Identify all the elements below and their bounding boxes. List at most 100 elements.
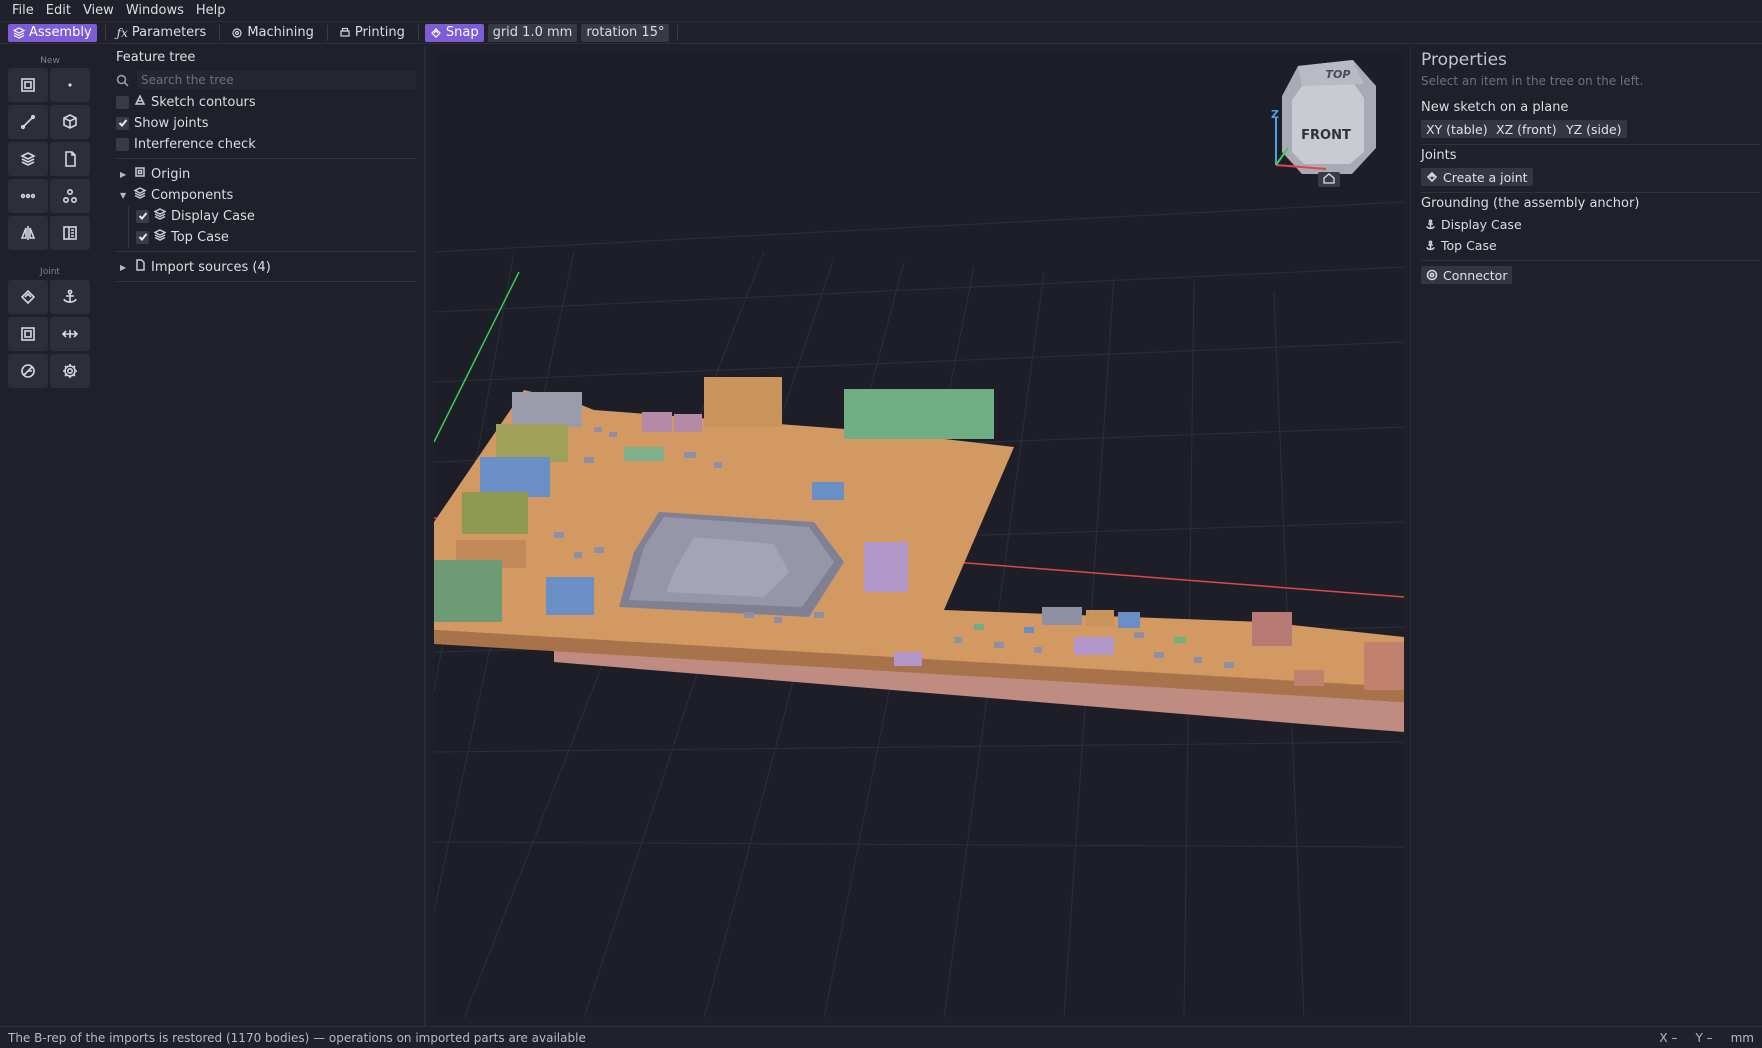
create-joint-button[interactable]: Create a joint xyxy=(1421,168,1533,186)
cursor-y: Y – xyxy=(1695,1030,1713,1045)
toolbar-divider xyxy=(326,24,328,41)
menu-file[interactable]: File xyxy=(6,3,40,18)
show-joints-checkbox[interactable] xyxy=(116,116,129,130)
rotation-step-chip[interactable]: rotation 15° xyxy=(581,23,670,42)
interference-check-checkbox[interactable] xyxy=(116,137,129,151)
rigid-joint-button[interactable] xyxy=(8,317,48,351)
pcb-board xyxy=(434,390,1404,732)
toggle-interference-check[interactable]: Interference check xyxy=(116,134,256,154)
tree-node-components[interactable]: ▼ Components xyxy=(120,185,233,205)
tab-machining[interactable]: Machining xyxy=(226,24,319,42)
layers-icon xyxy=(153,208,167,224)
view-cube-front-face[interactable]: FRONT xyxy=(1301,128,1351,143)
display-case-label: Display Case xyxy=(171,208,255,224)
tree-node-display-case[interactable]: Display Case xyxy=(136,206,255,226)
toolbar-divider xyxy=(677,24,679,41)
grounding-heading: Grounding (the assembly anchor) xyxy=(1421,196,1640,211)
panel-icon xyxy=(63,226,77,240)
snap-toggle[interactable]: Snap xyxy=(424,23,484,42)
plane-xz-label: XZ (front) xyxy=(1496,121,1557,137)
tab-printing[interactable]: Printing xyxy=(334,24,410,42)
toggle-show-joints[interactable]: Show joints xyxy=(116,113,209,133)
menu-windows[interactable]: Windows xyxy=(120,3,190,18)
viewport-scene xyxy=(434,201,1404,1018)
top-case-label: Top Case xyxy=(171,229,229,245)
new-line-button[interactable] xyxy=(8,105,48,139)
new-group-button[interactable] xyxy=(50,179,90,213)
tab-parameters-label: Parameters xyxy=(131,25,207,40)
tree-search-input[interactable] xyxy=(136,71,416,89)
layers-icon xyxy=(133,187,147,203)
search-icon xyxy=(116,74,129,87)
joint-settings-button[interactable] xyxy=(50,354,90,388)
tab-machining-label: Machining xyxy=(247,25,314,40)
plane-xz-button[interactable]: XZ (front) xyxy=(1491,120,1562,138)
rotation-step-label: rotation 15° xyxy=(586,25,665,40)
menu-edit[interactable]: Edit xyxy=(40,3,77,18)
sketch-contours-checkbox[interactable] xyxy=(116,95,129,109)
collapse-arrow-icon[interactable]: ▼ xyxy=(120,191,129,200)
anchor-icon xyxy=(1426,218,1435,229)
grounding-item-top-case[interactable]: Top Case xyxy=(1425,236,1497,254)
tree-node-origin[interactable]: ▶ Origin xyxy=(120,164,190,184)
connector-icon xyxy=(1426,269,1438,281)
palette-label-joint: Joint xyxy=(40,267,60,277)
mirror-button[interactable] xyxy=(8,216,48,250)
sketch-contours-label: Sketch contours xyxy=(151,94,256,110)
plane-yz-button[interactable]: YZ (side) xyxy=(1561,120,1627,138)
expand-arrow-icon[interactable]: ▶ xyxy=(120,263,129,272)
status-message: The B-rep of the imports is restored (11… xyxy=(8,1030,586,1045)
tree-indent-guide xyxy=(128,206,129,248)
connector-label: Connector xyxy=(1443,267,1508,283)
origin-label: Origin xyxy=(151,166,191,182)
grid-size-chip[interactable]: grid 1.0 mm xyxy=(487,23,578,42)
tree-node-top-case[interactable]: Top Case xyxy=(136,227,229,247)
new-body-button[interactable] xyxy=(50,105,90,139)
section-view-button[interactable] xyxy=(50,216,90,250)
checkmark-icon xyxy=(138,233,147,241)
view-cube-top-face[interactable]: TOP xyxy=(1326,68,1351,81)
new-pattern-button[interactable] xyxy=(8,179,48,213)
grounding-item-display-case[interactable]: Display Case xyxy=(1425,215,1522,233)
import-sources-label: Import sources (4) xyxy=(151,259,271,275)
view-cube[interactable]: TOP FRONT Z xyxy=(1268,56,1398,190)
revolute-joint-button[interactable] xyxy=(8,354,48,388)
top-case-visibility-checkbox[interactable] xyxy=(136,230,149,244)
x-axis-line-right xyxy=(953,561,1404,598)
cursor-coordinates: X – Y – mm xyxy=(1659,1031,1754,1045)
expand-arrow-icon[interactable]: ▶ xyxy=(120,170,129,179)
checkmark-icon xyxy=(118,119,127,127)
layers-icon xyxy=(153,229,167,245)
toggle-sketch-contours[interactable]: Sketch contours xyxy=(116,92,256,112)
ground-joint-button[interactable] xyxy=(50,280,90,314)
new-layer-button[interactable] xyxy=(8,142,48,176)
status-bar: The B-rep of the imports is restored (11… xyxy=(0,1026,1762,1048)
layers-icon xyxy=(20,152,36,166)
panel-splitter[interactable] xyxy=(424,46,426,1026)
tree-node-import-sources[interactable]: ▶ Import sources (4) xyxy=(120,257,271,277)
display-case-visibility-checkbox[interactable] xyxy=(136,209,149,223)
menu-help[interactable]: Help xyxy=(190,3,232,18)
3d-viewport[interactable] xyxy=(434,52,1404,1018)
function-icon: ƒx xyxy=(116,25,128,40)
units-label[interactable]: mm xyxy=(1731,1031,1754,1045)
tab-assembly[interactable]: Assembly xyxy=(8,23,97,42)
joint-snap-button[interactable] xyxy=(8,280,48,314)
connector-button[interactable]: Connector xyxy=(1421,266,1513,284)
plane-xy-button[interactable]: XY (table) xyxy=(1421,120,1493,138)
snap-label: Snap xyxy=(445,25,479,40)
new-document-button[interactable] xyxy=(50,142,90,176)
new-point-button[interactable] xyxy=(50,68,90,102)
checkmark-icon xyxy=(138,212,147,220)
slider-joint-button[interactable] xyxy=(50,317,90,351)
tool-palette: New Joint xyxy=(0,46,100,1026)
menu-view[interactable]: View xyxy=(77,3,120,18)
tree-divider xyxy=(116,281,416,282)
new-component-button[interactable] xyxy=(8,68,48,102)
tab-parameters[interactable]: ƒx Parameters xyxy=(112,24,212,42)
document-icon xyxy=(65,151,76,167)
component-frame-icon xyxy=(21,78,35,92)
layers-icon xyxy=(13,26,25,39)
rotate-icon xyxy=(21,364,35,378)
new-sketch-heading: New sketch on a plane xyxy=(1421,100,1569,115)
